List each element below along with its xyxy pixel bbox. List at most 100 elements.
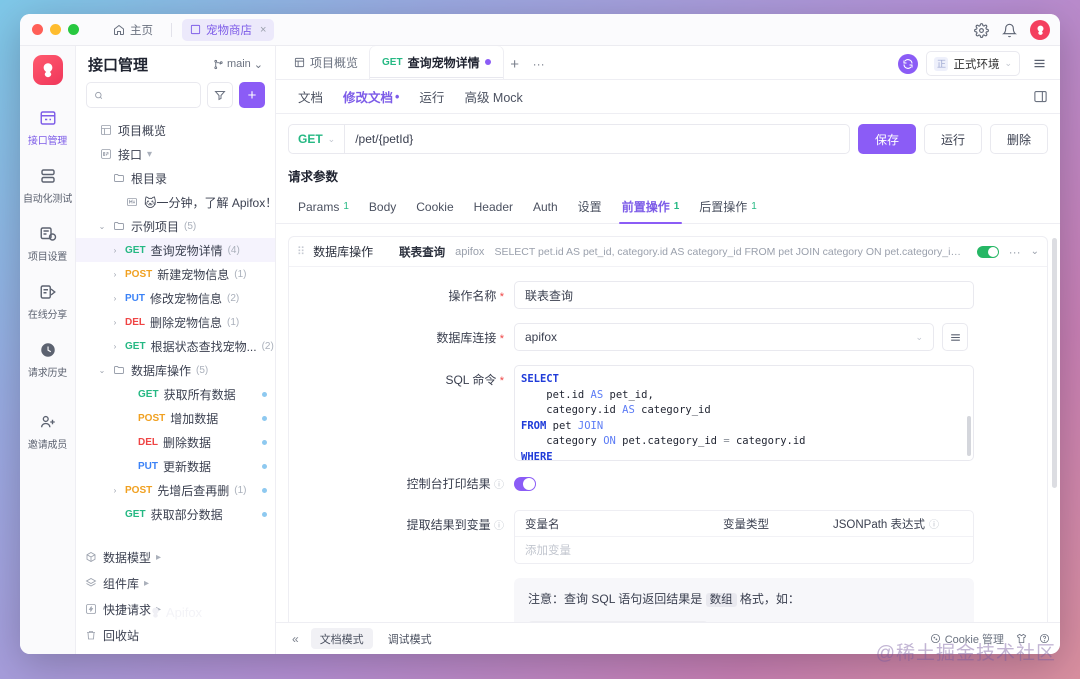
tree-item[interactable]: GET获取所有数据 [76, 382, 275, 406]
db-operation-more-button[interactable]: ··· [1009, 245, 1021, 259]
param-tab-前置操作[interactable]: 前置操作1 [612, 191, 690, 223]
tree-item[interactable]: POST增加数据 [76, 406, 275, 430]
chevron-right-icon[interactable]: ▸ [156, 552, 161, 563]
tree-item[interactable]: PUT更新数据 [76, 454, 275, 478]
expand-caret-icon[interactable]: › [110, 246, 120, 255]
tree-item[interactable]: ›DEL删除宠物信息(1) [76, 310, 275, 334]
tree-item[interactable]: ›GET查询宠物详情(4) [76, 238, 275, 262]
drag-handle-icon[interactable]: ⠿ [297, 245, 303, 258]
collapse-left-icon[interactable]: « [286, 632, 305, 646]
rail-item-share[interactable]: 在线分享 [21, 275, 75, 327]
cookie-manage-button[interactable]: Cookie 管理 [930, 631, 1004, 647]
help-icon[interactable]: ⓘ [494, 480, 504, 491]
tree-item[interactable]: 🐱一分钟，了解 Apifox！ [76, 190, 275, 214]
sidebar-footer-item[interactable]: 组件库▸ [76, 570, 275, 596]
environment-selector[interactable]: 正 正式环境 ⌄ [926, 51, 1020, 76]
rail-item-invite[interactable]: 邀请成员 [21, 405, 75, 457]
tree-item[interactable]: ›POST新建宠物信息(1) [76, 262, 275, 286]
app-logo-icon[interactable] [33, 55, 63, 85]
op-name-input[interactable]: 联表查询 [514, 281, 974, 309]
tree-item[interactable]: ⌄数据库操作(5) [76, 358, 275, 382]
expand-caret-icon[interactable]: › [110, 270, 120, 279]
tree-item-more-icon[interactable]: ▾ [147, 149, 152, 160]
avatar[interactable] [1030, 20, 1050, 40]
expand-caret-icon[interactable]: › [110, 318, 120, 327]
titlebar-tab-home[interactable]: 主页 [105, 19, 161, 41]
rail-item-api[interactable]: 接口管理 [21, 101, 75, 153]
tree-item[interactable]: ›GET根据状态查找宠物...(2) [76, 334, 275, 358]
param-tab-Header[interactable]: Header [464, 193, 523, 222]
tree-item[interactable]: 接口▾ [76, 142, 275, 166]
expand-caret-icon[interactable]: › [110, 342, 120, 351]
tree-item[interactable]: 项目概览 [76, 118, 275, 142]
filter-icon[interactable] [207, 82, 233, 108]
rail-item-history[interactable]: 请求历史 [21, 333, 75, 385]
tree-item[interactable]: ›POST先增后查再删(1) [76, 478, 275, 502]
save-button[interactable]: 保存 [858, 124, 916, 154]
tree-item[interactable]: GET获取部分数据 [76, 502, 275, 526]
maximize-window-button[interactable] [68, 24, 79, 35]
sidebar-tree[interactable]: 项目概览接口▾根目录🐱一分钟，了解 Apifox！⌄示例项目(5)›GET查询宠… [76, 116, 275, 542]
method-selector[interactable]: GET ⌄ [288, 124, 344, 154]
param-tabs[interactable]: Params1BodyCookieHeaderAuth设置前置操作1后置操作1 [276, 191, 1060, 224]
console-print-toggle[interactable] [514, 477, 536, 491]
tree-item[interactable]: DEL删除数据 [76, 430, 275, 454]
help-circle-icon[interactable] [1039, 633, 1050, 644]
rail-item-automation[interactable]: 自动化测试 [21, 159, 75, 211]
tab-query-pet-detail[interactable]: GET 查询宠物详情 [370, 46, 503, 79]
sidebar-footer-item[interactable]: 数据模型▸ [76, 544, 275, 570]
variables-table-empty-row[interactable]: 添加变量 [515, 537, 973, 563]
expand-caret-icon[interactable]: ⌄ [97, 222, 107, 231]
expand-caret-icon[interactable]: › [110, 294, 120, 303]
param-tab-Params[interactable]: Params1 [288, 193, 359, 222]
subtab-advanced-mock[interactable]: 高级 Mock [454, 80, 532, 113]
sql-code-editor[interactable]: SELECT pet.id AS pet_id, category.id AS … [514, 365, 974, 461]
titlebar-tab-project[interactable]: 宠物商店 × [182, 19, 274, 41]
bell-icon[interactable] [1002, 23, 1017, 38]
chevron-right-icon[interactable]: ▸ [144, 578, 149, 589]
content-scrollbar[interactable] [1052, 238, 1057, 488]
url-input[interactable]: /pet/{petId} [344, 124, 850, 154]
hamburger-icon[interactable] [1028, 53, 1050, 75]
tab-project-overview[interactable]: 项目概览 [282, 46, 370, 79]
db-operation-card-header[interactable]: ⠿ 数据库操作 联表查询 apifox SELECT pet.id AS pet… [289, 237, 1047, 267]
help-icon[interactable]: ⓘ [929, 516, 939, 531]
tree-item[interactable]: ⌄示例项目(5) [76, 214, 275, 238]
branch-selector[interactable]: main ⌄ [213, 58, 263, 71]
sidebar-footer[interactable]: 数据模型▸组件库▸快捷请求▸回收站 [76, 542, 275, 654]
search-input-wrapper[interactable] [86, 82, 201, 108]
db-connection-manage-button[interactable] [942, 323, 968, 351]
minimize-window-button[interactable] [50, 24, 61, 35]
subtab-run[interactable]: 运行 [409, 80, 454, 113]
add-button[interactable]: + [239, 82, 265, 108]
subtab-doc[interactable]: 文档 [288, 80, 333, 113]
param-tab-设置[interactable]: 设置 [568, 191, 612, 223]
delete-button[interactable]: 删除 [990, 124, 1048, 154]
param-tab-Auth[interactable]: Auth [523, 193, 568, 222]
close-window-button[interactable] [32, 24, 43, 35]
close-icon[interactable]: × [260, 24, 266, 36]
tree-item[interactable]: ›PUT修改宠物信息(2) [76, 286, 275, 310]
param-tab-Body[interactable]: Body [359, 193, 406, 222]
panel-layout-icon[interactable] [1033, 89, 1048, 104]
shirt-icon[interactable] [1016, 633, 1027, 644]
param-tab-Cookie[interactable]: Cookie [406, 193, 463, 222]
window-controls[interactable] [30, 24, 79, 35]
db-connection-select[interactable]: apifox ⌄ [514, 323, 934, 351]
db-operation-enable-toggle[interactable] [977, 246, 999, 258]
help-icon[interactable]: ⓘ [494, 521, 504, 532]
db-operation-collapse-icon[interactable]: ⌄ [1031, 246, 1039, 257]
gear-icon[interactable] [974, 23, 989, 38]
run-button[interactable]: 运行 [924, 124, 982, 154]
search-input[interactable] [108, 89, 193, 101]
doc-mode-button[interactable]: 文档模式 [311, 628, 373, 649]
rail-item-project-settings[interactable]: 项目设置 [21, 217, 75, 269]
param-tab-后置操作[interactable]: 后置操作1 [689, 191, 767, 223]
code-scrollbar[interactable] [967, 416, 971, 456]
expand-caret-icon[interactable]: ⌄ [97, 366, 107, 375]
add-tab-button[interactable]: + [503, 49, 527, 79]
subtab-edit-doc[interactable]: 修改文档• [333, 80, 409, 113]
tree-item[interactable]: 根目录 [76, 166, 275, 190]
sync-icon[interactable] [898, 54, 918, 74]
expand-caret-icon[interactable]: › [110, 486, 120, 495]
